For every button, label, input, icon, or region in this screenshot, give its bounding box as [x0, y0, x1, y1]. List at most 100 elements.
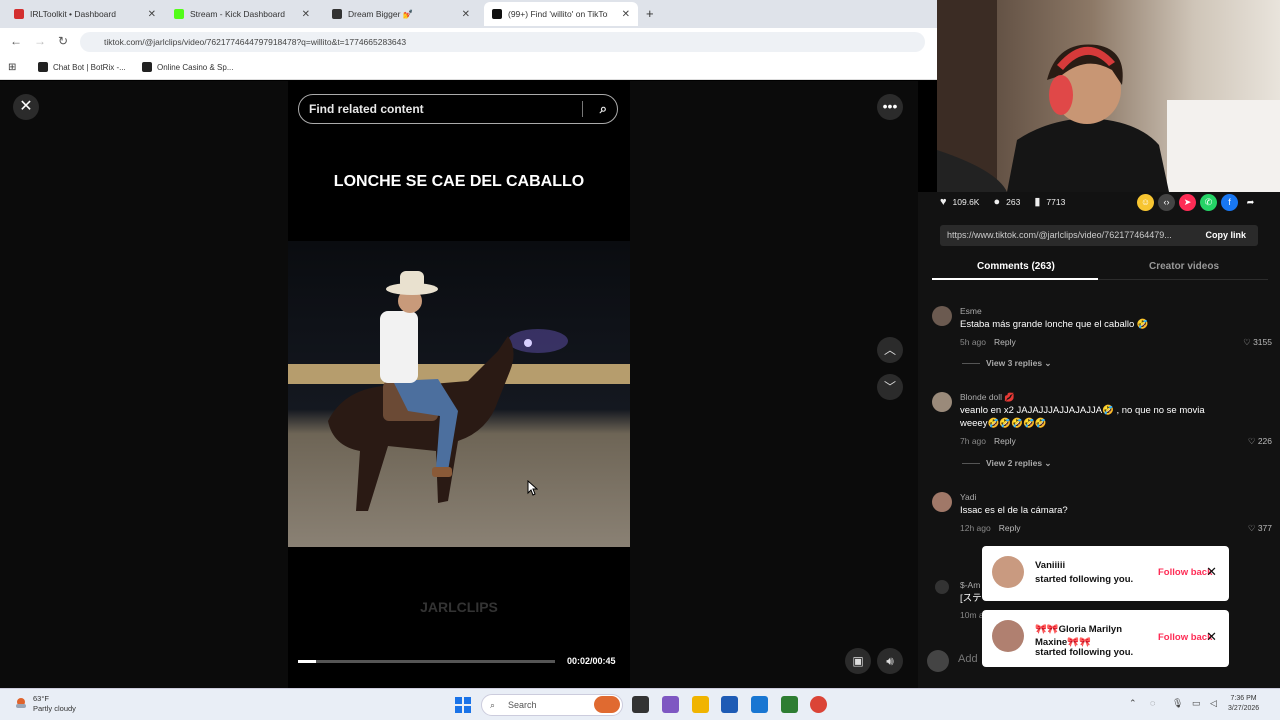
taskbar: 63°F Partly cloudy ⌕ Search ⌃ ◌ 🎙︎ ▭ ◁ 7:… — [0, 688, 1280, 720]
comment-author[interactable]: Esme — [960, 306, 982, 316]
share-arrow-icon[interactable]: ➦ — [1242, 194, 1259, 211]
close-tab-icon[interactable]: ✕ — [462, 9, 470, 20]
comment-author[interactable]: $-Am — [960, 580, 980, 590]
comment-author[interactable]: Yadi — [960, 492, 976, 502]
bookmarks-bar: ⊞ Chat Bot | BotRix -... Online Casino &… — [0, 56, 937, 80]
follow-back-button[interactable]: Follow back — [1158, 632, 1212, 643]
friends-share-icon[interactable]: ☺ — [1137, 194, 1154, 211]
copy-link-box: https://www.tiktok.com/@jarlclips/video/… — [940, 225, 1258, 246]
heart-icon: ♥ — [940, 195, 947, 208]
follow-message: started following you. — [1035, 574, 1134, 585]
reply-button[interactable]: Reply — [994, 436, 1016, 446]
back-icon[interactable]: ← — [10, 34, 22, 48]
forward-icon[interactable]: → — [34, 34, 46, 48]
dream-bigger-favicon-icon — [332, 9, 342, 19]
tray-chevron-icon[interactable]: ⌃ — [1129, 698, 1137, 709]
avatar[interactable] — [932, 306, 952, 326]
reload-icon[interactable]: ↻ — [58, 34, 68, 48]
more-options-button[interactable]: ••• — [877, 94, 903, 120]
follower-avatar[interactable] — [992, 620, 1024, 652]
comment-meta: 5h ago Reply — [960, 337, 1016, 347]
tab-creator-videos[interactable]: Creator videos — [1149, 261, 1219, 272]
like-button[interactable]: ♥ 109.6K — [940, 196, 979, 208]
save-button[interactable]: ▮ 7713 — [1034, 195, 1065, 208]
browser-tab-kick[interactable]: Stream - Kick Dashboard ✕ — [166, 2, 318, 26]
close-tab-icon[interactable]: ✕ — [622, 9, 630, 20]
browser-tab-tiktok[interactable]: (99+) Find 'willito' on TikTok | Ti ✕ — [484, 2, 638, 26]
whatsapp-icon[interactable]: ✆ — [1200, 194, 1217, 211]
close-notification-icon[interactable]: ✕ — [1206, 564, 1217, 580]
new-tab-icon[interactable]: + — [646, 6, 654, 21]
comment-button[interactable]: ● 263 — [993, 196, 1020, 208]
volume-icon[interactable]: ◁ — [1210, 698, 1217, 709]
follower-name: Vaniiiii — [1035, 560, 1066, 571]
floating-player-button[interactable]: ▣ — [845, 648, 871, 674]
store-icon[interactable] — [721, 696, 738, 713]
close-viewer-button[interactable]: ✕ — [13, 94, 39, 120]
video-progress-bar[interactable] — [298, 660, 555, 663]
close-tab-icon[interactable]: ✕ — [148, 9, 156, 20]
find-related-search[interactable]: Find related content ⌕ — [298, 94, 618, 124]
view-replies-button[interactable]: View 2 replies ⌄ — [962, 458, 1052, 469]
close-notification-icon[interactable]: ✕ — [1206, 629, 1217, 645]
view-replies-button[interactable]: View 3 replies ⌄ — [962, 358, 1052, 369]
taskbar-search-label: Search — [508, 700, 537, 710]
follower-avatar[interactable] — [992, 556, 1024, 588]
previous-video-button[interactable]: ︿ — [877, 337, 903, 363]
volume-button[interactable]: 🔊︎ — [877, 648, 903, 674]
panel-tabs: Comments (263) Creator videos — [932, 254, 1268, 280]
file-explorer-icon[interactable] — [692, 696, 709, 713]
browser-tab-bar: IRLToolkit • Dashboard ✕ Stream - Kick D… — [0, 0, 937, 28]
comment-count: 263 — [1006, 196, 1021, 207]
temperature: 63°F — [33, 694, 49, 703]
comment-likes[interactable]: ♡ 226 — [1248, 436, 1272, 447]
apps-grid-icon[interactable]: ⊞ — [8, 62, 16, 73]
reply-button[interactable]: Reply — [994, 337, 1016, 347]
video-player[interactable]: Find related content ⌕ LONCHE SE CAE DEL… — [288, 81, 630, 688]
outlook-icon[interactable] — [751, 696, 768, 713]
avatar[interactable] — [932, 392, 952, 412]
address-bar-row: ← → ↻ tiktok.com/@jarlclips/video/762177… — [0, 28, 937, 56]
comment-likes[interactable]: ♡ 377 — [1248, 523, 1272, 534]
search-placeholder: Find related content — [309, 102, 424, 116]
comment-author[interactable]: Blonde doll 💋 — [960, 392, 1015, 403]
system-clock[interactable]: 7:36 PM 3/27/2026 — [1228, 694, 1259, 714]
copy-link-button[interactable]: Copy link — [1205, 225, 1246, 246]
comment-time: 5h ago — [960, 337, 986, 347]
next-video-button[interactable]: ﹀ — [877, 374, 903, 400]
facebook-icon[interactable]: f — [1221, 194, 1238, 211]
display-icon[interactable]: ▭ — [1192, 698, 1201, 709]
avatar[interactable] — [935, 580, 949, 594]
copilot-icon[interactable] — [662, 696, 679, 713]
tab-comments[interactable]: Comments (263) — [977, 261, 1055, 272]
bookmark-botrix[interactable]: Chat Bot | BotRix -... — [38, 62, 126, 72]
tab-label: IRLToolkit • Dashboard — [30, 9, 116, 19]
comment-meta: 10m a — [960, 610, 984, 620]
task-view-icon[interactable] — [632, 696, 649, 713]
reply-button[interactable]: Reply — [999, 523, 1021, 533]
clock-time: 7:36 PM — [1230, 695, 1257, 702]
close-tab-icon[interactable]: ✕ — [302, 9, 310, 20]
browser-tab-dream-bigger[interactable]: Dream Bigger 💅 ✕ — [324, 2, 478, 26]
browser-tab-irltoolkit[interactable]: IRLToolkit • Dashboard ✕ — [6, 2, 164, 26]
kick-app-icon[interactable] — [781, 696, 798, 713]
chrome-icon[interactable] — [810, 696, 827, 713]
screen: IRLToolkit • Dashboard ✕ Stream - Kick D… — [0, 0, 1280, 720]
view-replies-label: View 3 replies ⌄ — [986, 358, 1052, 368]
mic-icon[interactable]: 🎙︎ — [1172, 698, 1183, 709]
add-comment-input[interactable]: Add — [958, 653, 978, 665]
avatar[interactable] — [932, 492, 952, 512]
video-title-caption: LONCHE SE CAE DEL CABALLO — [333, 173, 585, 190]
network-icon[interactable]: ◌ — [1150, 698, 1155, 708]
bookmark-casino[interactable]: Online Casino & Sp... — [142, 62, 233, 72]
view-replies-label: View 2 replies ⌄ — [986, 458, 1052, 468]
follow-back-button[interactable]: Follow back — [1158, 567, 1212, 578]
embed-icon[interactable]: ‹› — [1158, 194, 1175, 211]
webcam-person-illustration — [937, 0, 1280, 192]
search-icon[interactable]: ⌕ — [600, 95, 607, 123]
comment-likes[interactable]: ♡ 3155 — [1243, 337, 1272, 348]
url-field[interactable]: tiktok.com/@jarlclips/video/762177464479… — [80, 32, 925, 52]
video-frame — [288, 241, 630, 547]
windows-start-button[interactable] — [455, 697, 471, 713]
send-icon[interactable]: ➤ — [1179, 194, 1196, 211]
